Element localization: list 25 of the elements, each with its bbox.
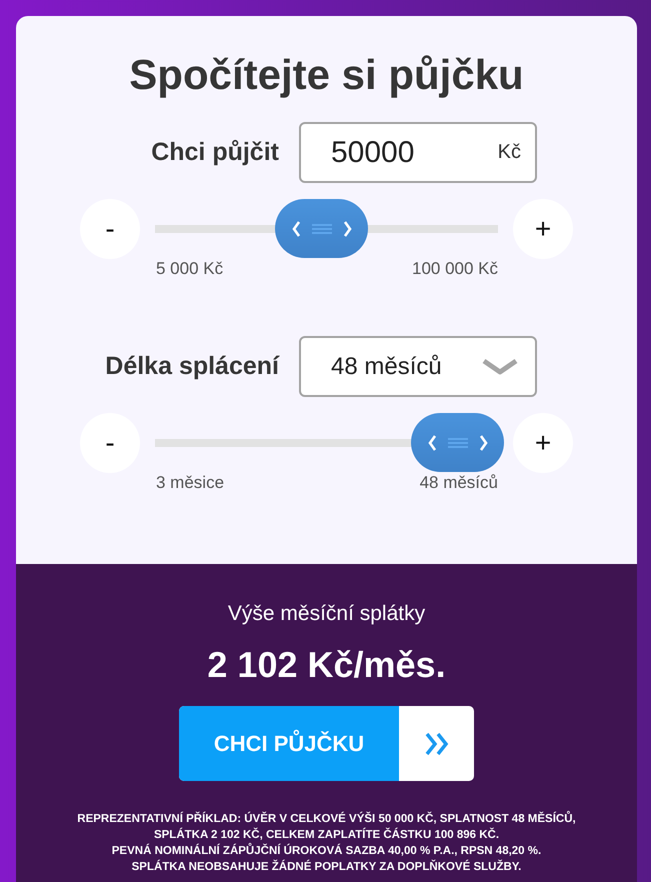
- range-max-label: 100 000 Kč: [412, 260, 498, 278]
- increase-button[interactable]: +: [513, 413, 573, 473]
- range-max-label: 48 měsíců: [420, 474, 498, 492]
- field-label: Délka splácení: [105, 352, 279, 381]
- chevron-left-icon: [428, 434, 436, 452]
- result-label: Výše měsíční splátky: [228, 601, 426, 627]
- range-min-label: 5 000 Kč: [156, 260, 224, 278]
- grip-icon: [312, 222, 332, 234]
- field-label: Chci půjčit: [151, 138, 279, 167]
- disclaimer-text: REPREZENTATIVNÍ PŘÍKLAD: ÚVĚR V CELKOVÉ VÝŠI 50 000 KČ, SPLATNOST 48 MĚSÍCŮ, SPLÁTKA 2 102 KČ, CELKEM ZAPLATÍTE ČÁSTKU 100 896 KČ. PEVNÁ NOMINÁLNÍ ZÁPŮJČNÍ ÚROKOVÁ SAZBA 40,00 % P.A., RPSN 48,20 %. SPLÁTKA NEOBSAHUJE ŽÁDNÉ POPLATKY ZA DOPLŇKOVÉ SLUŽBY.: [77, 811, 576, 875]
- decrease-button[interactable]: -: [80, 413, 140, 473]
- range-min-label: 3 měsice: [156, 474, 224, 492]
- monthly-payment: 2 102 Kč/měs.: [207, 644, 446, 686]
- decrease-button[interactable]: -: [80, 199, 140, 259]
- chevron-left-icon: [292, 220, 301, 238]
- double-chevron-icon: [424, 732, 450, 756]
- calculator-title: Spočítejte si půjčku: [129, 50, 524, 100]
- chevron-right-icon: [342, 220, 352, 238]
- currency-unit: Kč: [498, 141, 521, 164]
- increase-button[interactable]: +: [513, 199, 573, 259]
- grip-icon: [448, 436, 468, 448]
- amount-input[interactable]: 50000 Kč: [299, 122, 537, 183]
- chevron-down-icon: [481, 358, 519, 375]
- term-select[interactable]: 48 měsíců: [299, 336, 537, 397]
- chevron-right-icon: [478, 434, 488, 452]
